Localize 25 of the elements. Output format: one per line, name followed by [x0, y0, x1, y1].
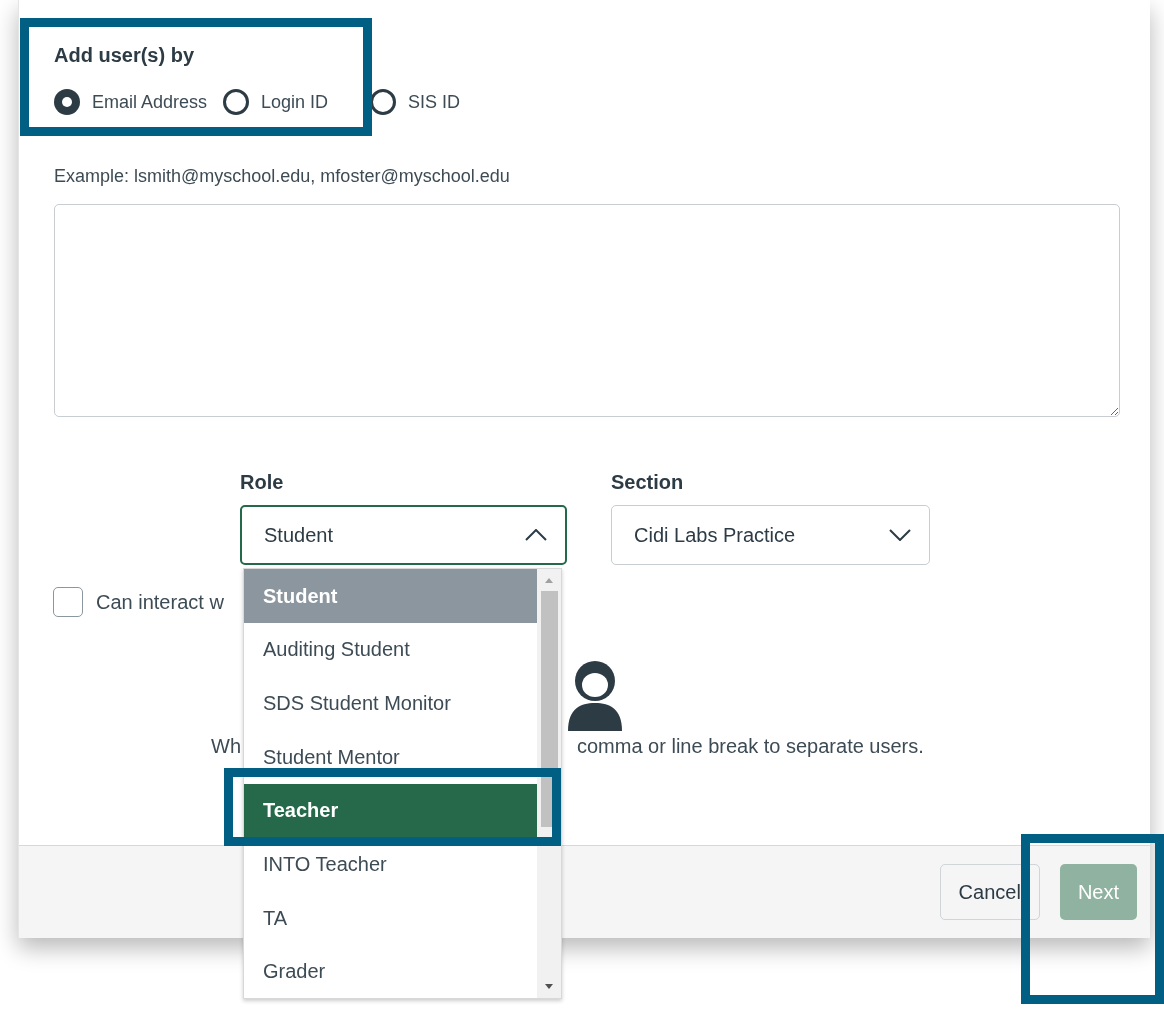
radio-button[interactable]	[370, 89, 397, 115]
scrollbar[interactable]	[537, 569, 561, 998]
select-field[interactable]: Student	[240, 505, 567, 565]
radio-button[interactable]	[223, 89, 250, 115]
radio-label: Login ID	[261, 90, 329, 114]
checkbox[interactable]	[53, 587, 83, 617]
group-title: Add user(s) by	[54, 43, 196, 68]
hint-text: comma or line break to separate users.	[577, 734, 924, 759]
cancel-button[interactable]: Cancel	[939, 864, 1040, 920]
dropdown-option[interactable]: Student Mentor	[244, 729, 538, 784]
radio-button[interactable]	[54, 89, 80, 115]
section-label: Section	[611, 470, 685, 495]
select-field[interactable]: Cidi Labs Practice	[611, 505, 930, 565]
dropdown-option[interactable]: Grader	[244, 944, 538, 998]
dropdown-option[interactable]: SDS Student Monitor	[244, 676, 538, 730]
role-label: Role	[240, 470, 285, 495]
example-text: Example: lsmith@myschool.edu, mfoster@myschool.edu	[54, 165, 511, 188]
radio-label: Email Address	[92, 90, 208, 114]
dropdown-option[interactable]: Teacher	[244, 783, 538, 838]
checkbox-label: Can interact w	[96, 590, 224, 615]
person-icon	[566, 659, 624, 731]
dropdown-option[interactable]: Auditing Student	[244, 622, 538, 677]
hint-text: Wh	[211, 734, 241, 759]
radio-label: SIS ID	[408, 90, 461, 114]
dropdown-option[interactable]: TA	[244, 890, 538, 945]
